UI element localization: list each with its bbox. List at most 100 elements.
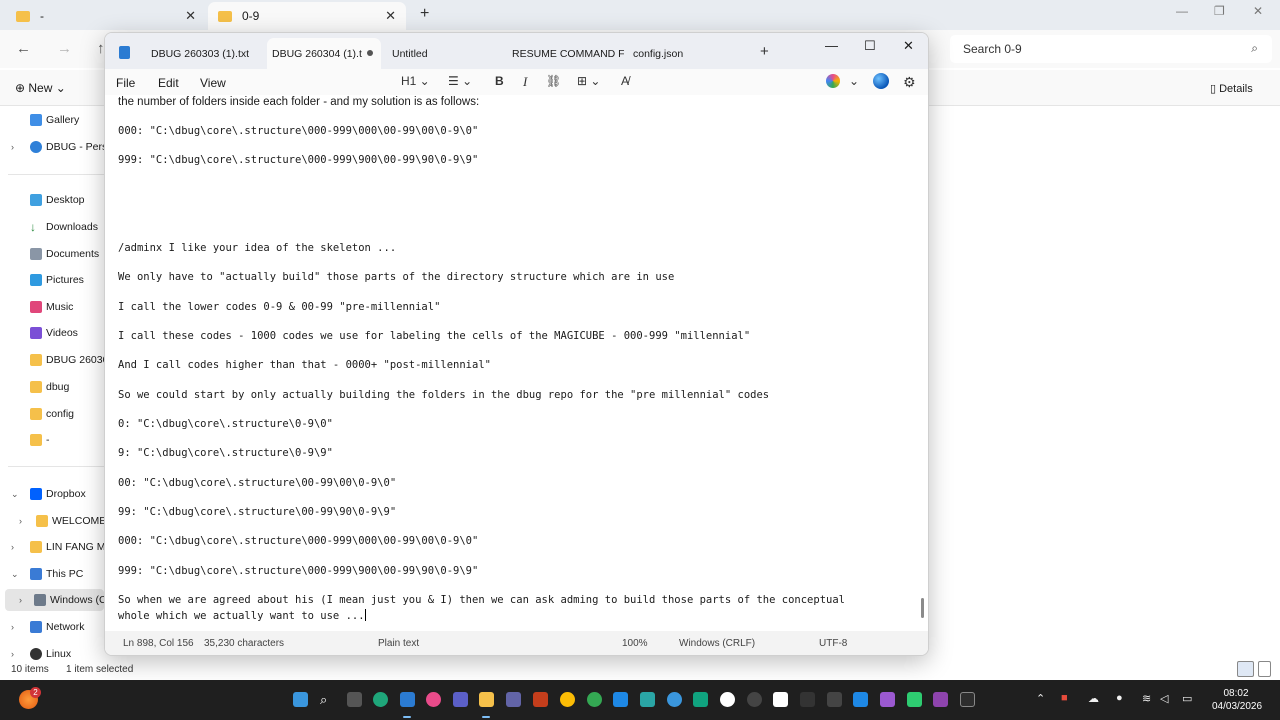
- volume-icon[interactable]: ◁: [1160, 692, 1168, 705]
- chrome-profile-icon[interactable]: [587, 692, 602, 707]
- sidebar-item-windows-c[interactable]: › Windows (C:): [5, 589, 104, 611]
- app-stack-icon[interactable]: [853, 692, 868, 707]
- chatgpt-icon[interactable]: [693, 692, 708, 707]
- chevron-right-icon[interactable]: ›: [11, 622, 14, 632]
- cloud-app-icon[interactable]: [667, 692, 682, 707]
- explorer-search-input[interactable]: Search 0-9 ⌕: [950, 35, 1272, 63]
- photos-icon[interactable]: [453, 692, 468, 707]
- sidebar-item-music[interactable]: Music: [0, 296, 104, 318]
- terminal-preview-icon[interactable]: [640, 692, 655, 707]
- microphone-icon[interactable]: ●: [1116, 692, 1123, 704]
- sidebar-item-onedrive[interactable]: › DBUG - Personal: [0, 136, 104, 158]
- clear-format-icon[interactable]: A̸: [621, 74, 629, 88]
- notepad-taskbar-icon[interactable]: [400, 692, 415, 707]
- sidebar-item-dropbox[interactable]: ⌄ Dropbox: [0, 483, 104, 505]
- tab-config-json[interactable]: config.json: [633, 38, 723, 69]
- heading-dropdown[interactable]: H1 ⌄: [401, 74, 430, 88]
- sidebar-item-desktop[interactable]: Desktop: [0, 189, 104, 211]
- menu-view[interactable]: View: [200, 76, 226, 90]
- new-tab-icon[interactable]: +: [420, 5, 429, 23]
- text-editor[interactable]: the number of folders inside each folder…: [105, 95, 928, 630]
- system-clock[interactable]: 08:02 04/03/2026: [1212, 687, 1262, 713]
- app-a-icon[interactable]: [773, 692, 788, 707]
- tab-untitled[interactable]: Untitled: [392, 38, 492, 69]
- tray-app-icon[interactable]: ■: [1061, 692, 1068, 704]
- sidebar-item-dbug[interactable]: dbug: [0, 376, 104, 398]
- chevron-down-icon[interactable]: ⌄: [11, 569, 19, 580]
- sidebar-item-documents[interactable]: Documents: [0, 243, 104, 265]
- close-icon[interactable]: ✕: [185, 8, 196, 24]
- forward-arrow-icon[interactable]: →: [57, 40, 72, 57]
- chevron-right-icon[interactable]: ›: [11, 542, 14, 552]
- maximize-icon[interactable]: ☐: [864, 38, 876, 54]
- link-icon[interactable]: ⛓: [546, 74, 561, 88]
- zoom-level[interactable]: 100%: [622, 638, 648, 649]
- chevron-right-icon[interactable]: ›: [19, 595, 22, 605]
- office-icon[interactable]: [533, 692, 548, 707]
- chevron-up-icon[interactable]: ⌃: [1036, 692, 1045, 705]
- sidebar-item-dbug-260303[interactable]: DBUG 260303: [0, 349, 104, 371]
- list-dropdown-icon[interactable]: ☰ ⌄: [448, 74, 472, 88]
- minimize-icon[interactable]: —: [825, 38, 838, 53]
- sidebar-item-videos[interactable]: Videos: [0, 322, 104, 344]
- file-explorer-icon[interactable]: [479, 692, 494, 707]
- chevron-down-icon[interactable]: ⌄: [849, 74, 859, 88]
- new-tab-icon[interactable]: +: [760, 43, 769, 60]
- explorer-tab-dash[interactable]: - ✕: [6, 2, 206, 30]
- sidebar-item-downloads[interactable]: ↓ Downloads: [0, 216, 104, 238]
- app-grid-icon[interactable]: [800, 692, 815, 707]
- sidebar-item-network[interactable]: › Network: [0, 616, 104, 638]
- explorer-tab-0-9[interactable]: 0-9 ✕: [208, 2, 406, 30]
- app-chat-icon[interactable]: [907, 692, 922, 707]
- close-icon[interactable]: ✕: [1253, 4, 1263, 18]
- details-view-icon[interactable]: [1237, 661, 1254, 677]
- wifi-icon[interactable]: ≋: [1142, 692, 1151, 705]
- sidebar-item-this-pc[interactable]: ⌄ This PC: [0, 563, 104, 585]
- task-view-icon[interactable]: [347, 692, 362, 707]
- line-ending[interactable]: Windows (CRLF): [679, 638, 755, 649]
- format-indicator[interactable]: Plain text: [378, 638, 419, 649]
- maximize-icon[interactable]: ❐: [1214, 4, 1225, 18]
- new-button[interactable]: ⊕ New ⌄: [15, 81, 66, 95]
- chrome-icon[interactable]: [560, 692, 575, 707]
- tiles-view-icon[interactable]: [1258, 661, 1271, 677]
- vertical-scrollbar[interactable]: [921, 598, 924, 618]
- onedrive-tray-icon[interactable]: ☁: [1088, 692, 1099, 705]
- close-icon[interactable]: ✕: [385, 8, 396, 24]
- tab-resume-command[interactable]: RESUME COMMAND FO: [512, 38, 624, 69]
- edge-icon[interactable]: [373, 692, 388, 707]
- app-wave-icon[interactable]: [827, 692, 842, 707]
- chevron-down-icon[interactable]: ⌄: [11, 489, 19, 500]
- copilot-taskbar-icon[interactable]: [426, 692, 441, 707]
- app-n-icon[interactable]: [880, 692, 895, 707]
- sidebar-item-lin-fang[interactable]: › LIN FANG MA: [0, 536, 104, 558]
- sidebar-item-welcome[interactable]: › WELCOME TO: [0, 510, 104, 532]
- bold-icon[interactable]: B: [495, 74, 504, 88]
- terminal-icon[interactable]: [960, 692, 975, 707]
- battery-icon[interactable]: ▭: [1182, 692, 1192, 705]
- menu-file[interactable]: File: [116, 76, 135, 90]
- close-icon[interactable]: ✕: [903, 38, 914, 54]
- settings-gear-icon[interactable]: ⚙: [903, 74, 916, 91]
- visual-studio-icon[interactable]: [933, 692, 948, 707]
- back-arrow-icon[interactable]: ←: [16, 40, 31, 57]
- encoding[interactable]: UTF-8: [819, 638, 847, 649]
- table-dropdown-icon[interactable]: ⊞ ⌄: [577, 74, 600, 88]
- sidebar-item-pictures[interactable]: Pictures: [0, 269, 104, 291]
- chevron-right-icon[interactable]: ›: [19, 516, 22, 526]
- sidebar-item-config[interactable]: config: [0, 403, 104, 425]
- profile-globe-icon[interactable]: [873, 73, 889, 89]
- minimize-icon[interactable]: —: [1176, 4, 1188, 18]
- tab-dbug-260303[interactable]: DBUG 260303 (1).txt: [151, 38, 261, 69]
- sidebar-item-dash[interactable]: -: [0, 429, 104, 451]
- github-icon[interactable]: [720, 692, 735, 707]
- tab-dbug-260304[interactable]: DBUG 260304 (1).t: [267, 38, 381, 69]
- copilot-icon[interactable]: [826, 74, 840, 88]
- chevron-right-icon[interactable]: ›: [11, 649, 14, 659]
- obs-icon[interactable]: [747, 692, 762, 707]
- vscode-icon[interactable]: [613, 692, 628, 707]
- sidebar-item-gallery[interactable]: Gallery: [0, 109, 104, 131]
- italic-icon[interactable]: I: [523, 74, 527, 90]
- menu-edit[interactable]: Edit: [158, 76, 179, 90]
- start-windows-icon[interactable]: [293, 692, 308, 707]
